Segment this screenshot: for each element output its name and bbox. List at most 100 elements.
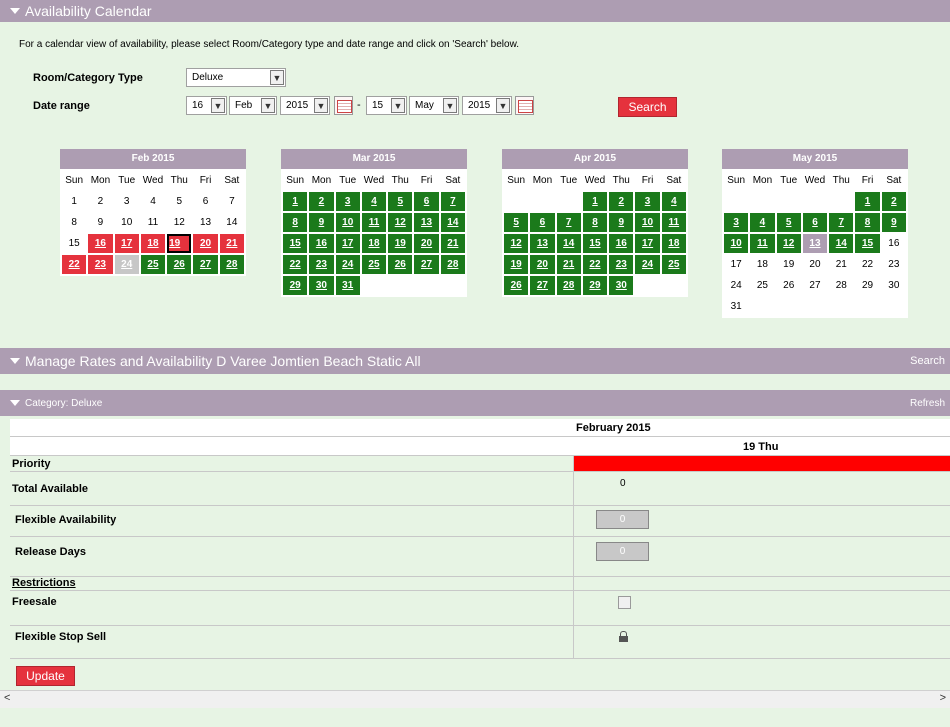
- calendar-day[interactable]: 23: [309, 255, 334, 274]
- collapse-triangle-icon[interactable]: [10, 358, 20, 364]
- calendar-day[interactable]: 18: [361, 234, 387, 253]
- calendar-day[interactable]: 12: [776, 234, 801, 253]
- calendar-day[interactable]: 5: [504, 213, 529, 232]
- flexible-availability-input[interactable]: 0: [596, 510, 649, 529]
- scroll-left-arrow-icon[interactable]: <: [4, 692, 10, 704]
- calendar-day[interactable]: 17: [635, 234, 660, 253]
- from-month-select[interactable]: Feb ▼: [229, 96, 277, 115]
- calendar-day[interactable]: 5: [776, 213, 801, 232]
- calendar-day[interactable]: 24: [114, 255, 139, 274]
- calendar-day[interactable]: 14: [829, 234, 854, 253]
- calendar-day[interactable]: 19: [504, 255, 529, 274]
- calendar-day[interactable]: 22: [62, 255, 87, 274]
- calendar-day[interactable]: 29: [582, 276, 608, 295]
- calendar-day[interactable]: 26: [167, 255, 192, 274]
- calendar-day[interactable]: 19: [167, 234, 192, 253]
- from-year-select[interactable]: 2015 ▼: [280, 96, 330, 115]
- calendar-day[interactable]: 18: [661, 234, 686, 253]
- calendar-day[interactable]: 13: [802, 234, 828, 253]
- manage-search-link[interactable]: Search: [910, 355, 945, 367]
- to-day-select[interactable]: 15 ▼: [366, 96, 407, 115]
- calendar-day[interactable]: 19: [388, 234, 413, 253]
- calendar-day[interactable]: 6: [530, 213, 555, 232]
- calendar-day[interactable]: 27: [530, 276, 555, 295]
- calendar-day[interactable]: 1: [855, 192, 880, 211]
- calendar-day[interactable]: 10: [724, 234, 749, 253]
- calendar-day[interactable]: 28: [556, 276, 581, 295]
- from-day-select[interactable]: 16 ▼: [186, 96, 227, 115]
- calendar-day[interactable]: 12: [388, 213, 413, 232]
- calendar-day[interactable]: 25: [361, 255, 387, 274]
- collapse-triangle-icon[interactable]: [10, 8, 20, 14]
- calendar-day[interactable]: 10: [635, 213, 660, 232]
- calendar-day[interactable]: 8: [283, 213, 308, 232]
- to-month-select[interactable]: May ▼: [409, 96, 459, 115]
- horizontal-scrollbar[interactable]: < >: [0, 690, 950, 708]
- availability-calendar-header[interactable]: Availability Calendar: [0, 0, 950, 22]
- calendar-day[interactable]: 25: [661, 255, 686, 274]
- calendar-day[interactable]: 4: [750, 213, 775, 232]
- calendar-day[interactable]: 30: [609, 276, 634, 295]
- lock-icon[interactable]: [619, 631, 628, 642]
- calendar-day[interactable]: 9: [309, 213, 334, 232]
- calendar-day[interactable]: 9: [609, 213, 634, 232]
- calendar-day[interactable]: 30: [309, 276, 334, 295]
- calendar-day[interactable]: 21: [556, 255, 581, 274]
- update-button[interactable]: Update: [16, 666, 75, 686]
- calendar-day[interactable]: 28: [440, 255, 465, 274]
- calendar-day[interactable]: 28: [219, 255, 244, 274]
- calendar-day[interactable]: 14: [556, 234, 581, 253]
- calendar-day[interactable]: 16: [609, 234, 634, 253]
- calendar-day[interactable]: 10: [335, 213, 360, 232]
- calendar-day[interactable]: 17: [335, 234, 360, 253]
- calendar-day[interactable]: 14: [440, 213, 465, 232]
- calendar-day[interactable]: 25: [140, 255, 166, 274]
- calendar-day[interactable]: 8: [582, 213, 608, 232]
- calendar-day[interactable]: 3: [635, 192, 660, 211]
- calendar-day[interactable]: 2: [881, 192, 906, 211]
- calendar-day[interactable]: 2: [309, 192, 334, 211]
- refresh-link[interactable]: Refresh: [910, 398, 945, 409]
- from-calendar-icon[interactable]: [334, 96, 353, 115]
- calendar-day[interactable]: 17: [114, 234, 139, 253]
- calendar-day[interactable]: 23: [609, 255, 634, 274]
- calendar-day[interactable]: 2: [609, 192, 634, 211]
- manage-rates-header[interactable]: Manage Rates and Availability D Varee Jo…: [0, 348, 950, 374]
- calendar-day[interactable]: 6: [802, 213, 828, 232]
- calendar-day[interactable]: 11: [661, 213, 686, 232]
- calendar-day[interactable]: 31: [335, 276, 360, 295]
- search-button[interactable]: Search: [618, 97, 677, 117]
- room-type-select[interactable]: Deluxe ▼: [186, 68, 286, 87]
- calendar-day[interactable]: 9: [881, 213, 906, 232]
- calendar-day[interactable]: 27: [193, 255, 218, 274]
- calendar-day[interactable]: 1: [582, 192, 608, 211]
- calendar-day[interactable]: 15: [855, 234, 880, 253]
- calendar-day[interactable]: 26: [504, 276, 529, 295]
- calendar-day[interactable]: 3: [724, 213, 749, 232]
- to-year-select[interactable]: 2015 ▼: [462, 96, 512, 115]
- calendar-day[interactable]: 6: [414, 192, 439, 211]
- calendar-day[interactable]: 5: [388, 192, 413, 211]
- scroll-right-arrow-icon[interactable]: >: [940, 692, 946, 704]
- calendar-day[interactable]: 13: [414, 213, 439, 232]
- calendar-day[interactable]: 20: [193, 234, 218, 253]
- release-days-input[interactable]: 0: [596, 542, 649, 561]
- calendar-day[interactable]: 4: [661, 192, 686, 211]
- calendar-day[interactable]: 3: [335, 192, 360, 211]
- calendar-day[interactable]: 24: [335, 255, 360, 274]
- collapse-triangle-icon[interactable]: [10, 400, 20, 406]
- calendar-day[interactable]: 13: [530, 234, 555, 253]
- calendar-day[interactable]: 20: [530, 255, 555, 274]
- calendar-day[interactable]: 22: [283, 255, 308, 274]
- calendar-day[interactable]: 8: [855, 213, 880, 232]
- calendar-day[interactable]: 12: [504, 234, 529, 253]
- calendar-day[interactable]: 22: [582, 255, 608, 274]
- calendar-day[interactable]: 7: [829, 213, 854, 232]
- calendar-day[interactable]: 21: [440, 234, 465, 253]
- category-header[interactable]: Category: Deluxe Refresh: [0, 390, 950, 416]
- calendar-day[interactable]: 16: [88, 234, 113, 253]
- to-calendar-icon[interactable]: [515, 96, 534, 115]
- calendar-day[interactable]: 15: [283, 234, 308, 253]
- calendar-day[interactable]: 11: [750, 234, 775, 253]
- calendar-day[interactable]: 23: [88, 255, 113, 274]
